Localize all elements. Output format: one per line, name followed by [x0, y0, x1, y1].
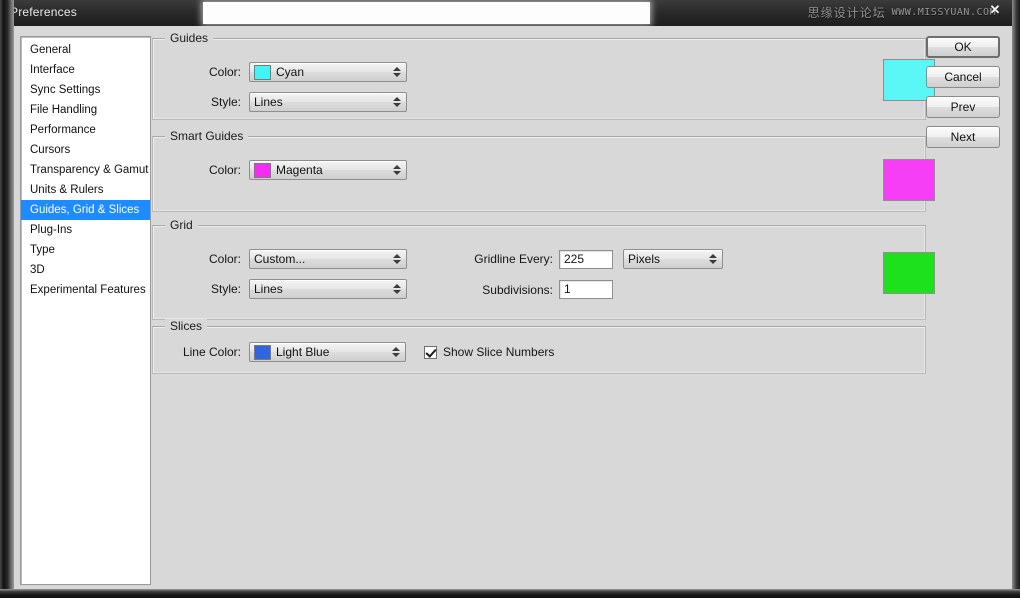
- slices-group: Slices Line Color: Light Blue Show Slice…: [152, 319, 926, 374]
- grid-style-row: Style: Lines: [175, 279, 407, 299]
- ok-button[interactable]: OK: [926, 36, 1000, 58]
- sidebar-item-label: Cursors: [30, 144, 71, 156]
- guides-color-select[interactable]: Cyan: [249, 62, 407, 82]
- gridline-every-label: Gridline Every:: [474, 252, 553, 266]
- smart-guides-group-title: Smart Guides: [165, 129, 249, 143]
- sidebar-item-label: Interface: [30, 64, 75, 76]
- watermark: 思缘设计论坛 WWW.MISSYUAN.COM: [808, 3, 996, 21]
- sidebar-item-plug-ins[interactable]: Plug-Ins: [21, 220, 150, 240]
- chevron-updown-icon[interactable]: [393, 65, 401, 79]
- guides-style-select[interactable]: Lines: [249, 92, 407, 112]
- subdivisions-input[interactable]: 1: [559, 280, 613, 299]
- show-slice-numbers-checkbox[interactable]: Show Slice Numbers: [424, 345, 554, 359]
- smart-guides-color-row: Color: Magenta: [175, 160, 407, 180]
- sidebar-item-label: General: [30, 44, 71, 56]
- cancel-button[interactable]: Cancel: [926, 66, 1000, 88]
- smart-guides-color-select[interactable]: Magenta: [249, 160, 407, 180]
- category-list[interactable]: General Interface Sync Settings File Han…: [20, 36, 151, 585]
- sidebar-item-cursors[interactable]: Cursors: [21, 140, 150, 160]
- smart-guides-color-swatch: [254, 162, 271, 178]
- guides-style-row: Style: Lines: [175, 92, 407, 112]
- chevron-updown-icon[interactable]: [393, 282, 401, 296]
- sidebar-item-label: Type: [30, 244, 55, 256]
- sidebar-item-type[interactable]: Type: [21, 240, 150, 260]
- grid-color-row: Color: Custom...: [175, 249, 407, 269]
- gridline-unit-select[interactable]: Pixels: [623, 249, 723, 269]
- grid-color-label: Color:: [208, 252, 241, 266]
- show-slice-numbers-label: Show Slice Numbers: [443, 345, 555, 359]
- slices-line-color-value: Light Blue: [276, 345, 330, 359]
- chevron-updown-icon[interactable]: [393, 252, 401, 266]
- slices-group-title: Slices: [165, 319, 208, 333]
- smart-guides-color-label: Color:: [208, 163, 241, 177]
- slices-line-color-select[interactable]: Light Blue: [249, 342, 406, 362]
- guides-color-swatch: [254, 64, 271, 80]
- sidebar-item-label: Guides, Grid & Slices: [30, 204, 140, 216]
- grid-style-label: Style:: [210, 282, 241, 296]
- dialog-button-column: OK Cancel Prev Next: [926, 36, 1000, 156]
- grid-style-select[interactable]: Lines: [249, 279, 407, 299]
- close-icon[interactable]: ✕: [986, 2, 1004, 17]
- grid-color-select[interactable]: Custom...: [249, 249, 407, 269]
- sidebar-item-file-handling[interactable]: File Handling: [21, 100, 150, 120]
- chevron-updown-icon[interactable]: [392, 345, 400, 359]
- preferences-window: Preferences 思缘设计论坛 WWW.MISSYUAN.COM ✕ Ge…: [0, 0, 1020, 598]
- gridline-every-input[interactable]: 225: [559, 249, 613, 269]
- grid-color-value: Custom...: [254, 252, 306, 266]
- sidebar-item-performance[interactable]: Performance: [21, 120, 150, 140]
- sidebar-item-label: 3D: [30, 264, 45, 276]
- sidebar-item-label: Units & Rulers: [30, 184, 104, 196]
- guides-style-value: Lines: [254, 95, 283, 109]
- guides-group-title: Guides: [165, 31, 214, 45]
- grid-group-title: Grid: [165, 218, 198, 232]
- sidebar-item-units-rulers[interactable]: Units & Rulers: [21, 180, 150, 200]
- guides-style-label: Style:: [210, 95, 241, 109]
- window-title: Preferences: [10, 5, 77, 19]
- slices-line-color-label: Line Color:: [182, 345, 241, 359]
- guides-group: Guides Color: Cyan Style: Lines: [152, 31, 935, 120]
- sidebar-item-3d[interactable]: 3D: [21, 260, 150, 280]
- sidebar-item-sync-settings[interactable]: Sync Settings: [21, 80, 150, 100]
- watermark-chinese-text: 思缘设计论坛: [807, 5, 886, 20]
- sidebar-item-label: Experimental Features: [30, 284, 146, 296]
- sidebar-item-experimental-features[interactable]: Experimental Features: [21, 280, 150, 300]
- prev-button[interactable]: Prev: [926, 96, 1000, 118]
- title-bar: Preferences 思缘设计论坛 WWW.MISSYUAN.COM ✕: [0, 0, 1020, 26]
- gridline-unit-value: Pixels: [628, 252, 661, 266]
- smart-guides-color-preview[interactable]: [883, 159, 935, 201]
- sidebar-item-label: Performance: [30, 124, 96, 136]
- sidebar-item-label: Sync Settings: [30, 84, 101, 96]
- sidebar-item-guides-grid-slices[interactable]: Guides, Grid & Slices: [21, 200, 150, 220]
- next-button[interactable]: Next: [926, 126, 1000, 148]
- guides-color-row: Color: Cyan: [175, 62, 407, 82]
- subdivisions-label: Subdivisions:: [482, 282, 553, 297]
- sidebar-item-label: Plug-Ins: [30, 224, 73, 236]
- window-frame-left: [0, 0, 14, 598]
- sidebar-item-label: Transparency & Gamut: [30, 164, 149, 176]
- grid-group: Grid Color: Custom... Style: Lines Gridl…: [152, 218, 935, 320]
- smart-guides-color-value: Magenta: [276, 163, 323, 177]
- chevron-updown-icon[interactable]: [393, 163, 401, 177]
- sidebar-item-general[interactable]: General: [21, 40, 150, 60]
- window-frame-bottom: [0, 589, 1020, 598]
- title-bar-white-panel: [203, 2, 650, 24]
- chevron-updown-icon[interactable]: [393, 95, 401, 109]
- slices-line-color-swatch: [254, 344, 271, 360]
- chevron-updown-icon[interactable]: [709, 252, 717, 266]
- sidebar-item-label: File Handling: [30, 104, 98, 116]
- smart-guides-group: Smart Guides Color: Magenta: [152, 129, 935, 212]
- watermark-url-text: WWW.MISSYUAN.COM: [891, 6, 996, 18]
- checkmark-icon: [424, 345, 437, 359]
- grid-style-value: Lines: [254, 282, 283, 296]
- slices-line-color-row: Line Color: Light Blue: [163, 342, 406, 362]
- guides-color-value: Cyan: [276, 65, 305, 79]
- grid-color-preview[interactable]: [883, 252, 935, 294]
- sidebar-item-transparency-gamut[interactable]: Transparency & Gamut: [21, 160, 150, 180]
- dialog-body: General Interface Sync Settings File Han…: [14, 26, 1012, 589]
- sidebar-item-interface[interactable]: Interface: [21, 60, 150, 80]
- window-frame-right: [1012, 0, 1020, 598]
- guides-color-label: Color:: [208, 65, 241, 79]
- gridline-every-row: Gridline Every: 225 Pixels: [463, 249, 723, 269]
- subdivisions-row: Subdivisions: 1: [463, 280, 613, 299]
